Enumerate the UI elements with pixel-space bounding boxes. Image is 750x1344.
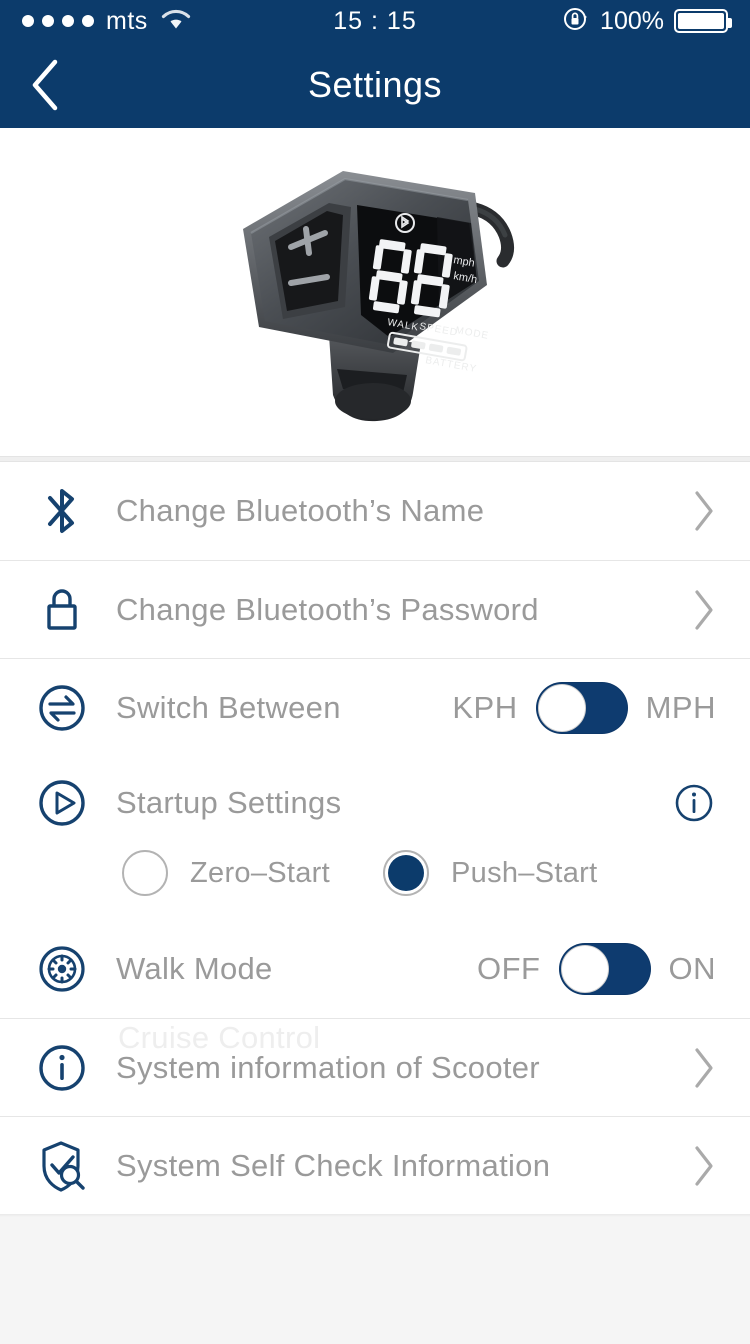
battery-percent: 100% bbox=[600, 6, 664, 35]
row-label: Switch Between bbox=[116, 689, 341, 725]
back-button[interactable] bbox=[0, 42, 90, 128]
settings-list: Change Bluetooth’s Name Change Bluetooth… bbox=[0, 462, 750, 1214]
swap-arrows-icon bbox=[34, 682, 90, 734]
row-label: Change Bluetooth’s Name bbox=[116, 493, 485, 528]
startup-info-button[interactable] bbox=[672, 781, 716, 825]
toggle-left-label: KPH bbox=[452, 689, 518, 725]
info-circle-icon bbox=[675, 784, 713, 822]
toggle-knob bbox=[537, 683, 586, 732]
status-bar: mts 15 : 15 100% bbox=[0, 0, 750, 42]
list-bottom-shadow bbox=[0, 1214, 750, 1217]
row-change-bluetooth-password[interactable]: Change Bluetooth’s Password bbox=[0, 560, 750, 658]
radio-button-selected[interactable] bbox=[383, 850, 429, 896]
chevron-right-icon bbox=[676, 588, 716, 632]
bluetooth-icon bbox=[34, 483, 90, 539]
radio-option-push-start[interactable]: Push–Start bbox=[375, 850, 716, 896]
row-system-information[interactable]: System information of Scooter bbox=[0, 1018, 750, 1116]
wifi-icon bbox=[160, 7, 192, 36]
chevron-right-icon bbox=[676, 1046, 716, 1090]
toggle-right-label: ON bbox=[668, 951, 716, 986]
radio-label: Push–Start bbox=[451, 856, 598, 889]
svg-text:MODE: MODE bbox=[454, 325, 489, 342]
device-image: mph km/h WALK SPEED MODE BATTERY bbox=[0, 128, 750, 456]
row-change-bluetooth-name[interactable]: Change Bluetooth’s Name bbox=[0, 462, 750, 560]
walk-mode-icon bbox=[34, 943, 90, 995]
status-bar-right: 100% bbox=[562, 5, 732, 38]
battery-full-icon bbox=[674, 9, 732, 33]
row-label: Change Bluetooth’s Password bbox=[116, 591, 539, 627]
shield-check-search-icon bbox=[34, 1137, 90, 1195]
scooter-display-controller-illustration: mph km/h WALK SPEED MODE BATTERY bbox=[243, 171, 515, 422]
radio-option-zero-start[interactable]: Zero–Start bbox=[34, 850, 375, 896]
rotation-lock-icon bbox=[562, 5, 590, 38]
toggle-left-label: OFF bbox=[477, 951, 541, 986]
lock-icon bbox=[34, 584, 90, 636]
units-toggle[interactable] bbox=[535, 681, 628, 734]
chevron-right-icon bbox=[676, 489, 716, 533]
settings-screen: mts 15 : 15 100% Settings mph km/h WALK … bbox=[0, 0, 750, 1344]
toggle-knob bbox=[560, 945, 609, 993]
chevron-left-icon bbox=[32, 59, 58, 111]
carrier-name: mts bbox=[106, 6, 148, 35]
walk-mode-toggle-group: OFF ON bbox=[477, 943, 716, 995]
radio-button[interactable] bbox=[122, 850, 168, 896]
status-bar-left: mts bbox=[22, 7, 192, 36]
startup-options: Zero–Start Push–Start bbox=[0, 850, 750, 920]
radio-label: Zero–Start bbox=[190, 856, 330, 889]
row-walk-mode[interactable]: Walk Mode OFF ON bbox=[0, 920, 750, 1018]
play-circle-icon bbox=[34, 777, 90, 829]
row-switch-between-units[interactable]: Switch Between KPH MPH bbox=[0, 658, 750, 756]
row-label: Startup Settings bbox=[116, 785, 342, 820]
walk-mode-toggle[interactable] bbox=[558, 943, 651, 995]
row-label: System Self Check Information bbox=[116, 1147, 551, 1183]
row-label: System information of Scooter bbox=[116, 1049, 540, 1085]
svg-text:SPEED: SPEED bbox=[418, 321, 458, 339]
group-startup-settings: Startup Settings Zero–Start Push–Start bbox=[0, 756, 750, 920]
info-circle-icon bbox=[34, 1041, 90, 1095]
row-startup-settings[interactable]: Startup Settings bbox=[0, 756, 750, 850]
chevron-right-icon bbox=[676, 1144, 716, 1188]
units-toggle-group: KPH MPH bbox=[452, 681, 716, 734]
page-title: Settings bbox=[307, 64, 443, 105]
signal-strength-icon bbox=[22, 15, 94, 27]
toggle-right-label: MPH bbox=[645, 689, 716, 725]
row-system-self-check[interactable]: System Self Check Information bbox=[0, 1116, 750, 1214]
navigation-bar: Settings bbox=[0, 42, 750, 128]
row-label: Walk Mode bbox=[116, 951, 273, 986]
